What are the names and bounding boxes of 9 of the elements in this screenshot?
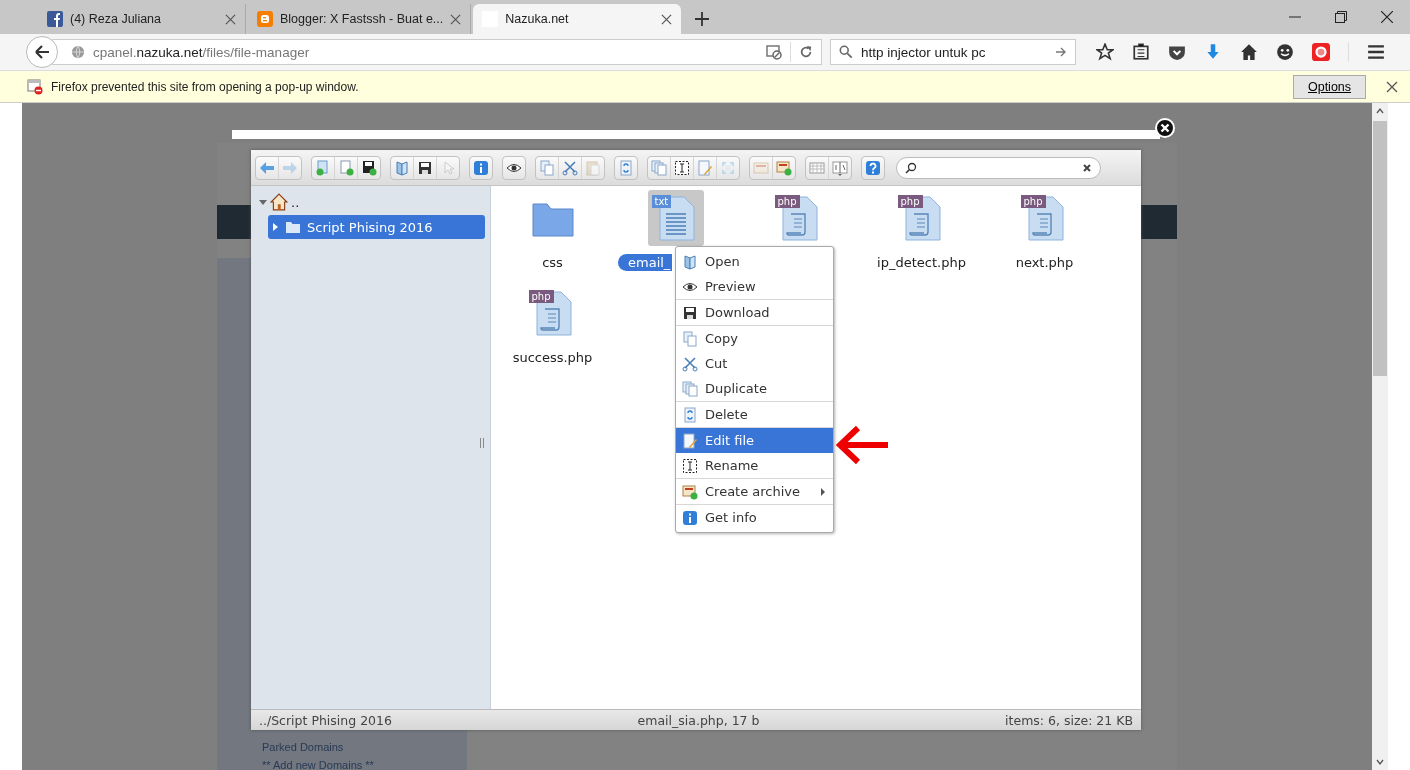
file-type-label: php	[897, 195, 923, 208]
folder-summary: items: 6, size: 21 KB	[1005, 712, 1133, 728]
current-path: ../Script Phising 2016	[259, 712, 392, 728]
file-type-label: txt	[651, 195, 672, 208]
file-type-label: php	[1020, 195, 1046, 208]
notification-message: Firefox prevented this site from opening a pop-up window.	[51, 79, 359, 94]
file-type-label: php	[528, 290, 554, 303]
file-type-label: php	[774, 195, 800, 208]
selection-info: email_sia.php, 17 b	[637, 712, 760, 728]
